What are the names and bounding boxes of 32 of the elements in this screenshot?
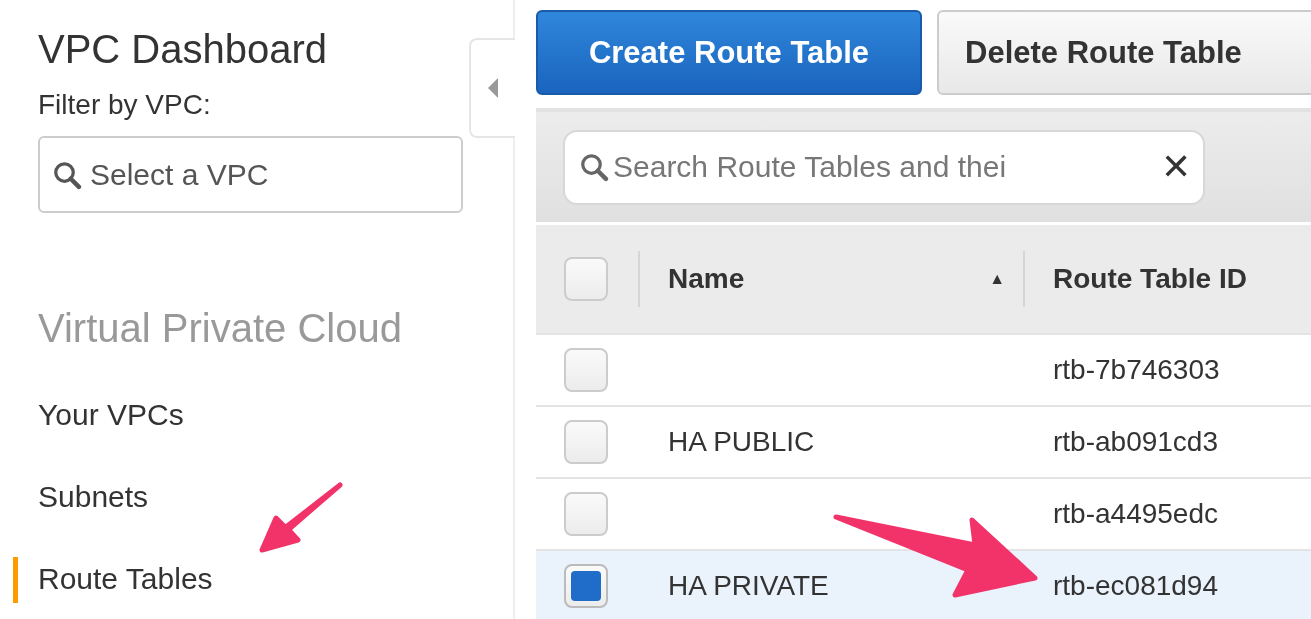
collapse-icon	[487, 76, 499, 100]
collapse-tab[interactable]	[469, 38, 515, 138]
toolbar-button[interactable]: Delete Route Table	[937, 10, 1311, 95]
table-cell: rtb-7b746303	[1053, 354, 1220, 385]
section-heading: Virtual Private Cloud	[38, 305, 403, 351]
table-row[interactable]: HA PRIVATE rtb-ec081d94	[536, 551, 1311, 619]
row-checkbox[interactable]	[564, 492, 608, 536]
sort-icon[interactable]: ▲	[989, 270, 1005, 288]
row-checkbox[interactable]	[564, 564, 608, 608]
table-cell: rtb-ab091cd3	[1053, 426, 1218, 457]
filter-label: Filter by VPC:	[38, 88, 212, 122]
nav-item[interactable]: Subnets	[13, 475, 149, 521]
dashboard-title: VPC Dashboard	[38, 26, 329, 72]
table-cell: rtb-a4495edc	[1053, 498, 1218, 529]
table-cell: HA PRIVATE	[668, 570, 829, 602]
select-all-checkbox[interactable]	[564, 257, 608, 301]
table-cell: HA PUBLIC	[668, 426, 815, 458]
table-cell: rtb-ec081d94	[1053, 570, 1218, 601]
row-checkbox[interactable]	[564, 348, 608, 392]
filter-input[interactable]: Select a VPC	[90, 157, 461, 192]
vpc-filter-field[interactable]: Select a VPC	[38, 136, 463, 213]
search-input[interactable]: Search Route Tables and thei	[613, 150, 1157, 184]
nav-item[interactable]: Your VPCs	[13, 393, 184, 439]
toolbar-button[interactable]: Create Route Table	[536, 10, 922, 95]
search-icon	[579, 152, 609, 182]
clear-icon[interactable]: ✕	[1161, 146, 1191, 188]
nav-item[interactable]: Route Tables	[13, 557, 213, 603]
column-header[interactable]: Route Table ID	[1053, 263, 1247, 294]
search-icon	[52, 159, 82, 190]
search-field[interactable]: Search Route Tables and thei ✕	[563, 129, 1205, 205]
column-header[interactable]: Name	[668, 263, 745, 295]
row-checkbox[interactable]	[564, 420, 608, 464]
